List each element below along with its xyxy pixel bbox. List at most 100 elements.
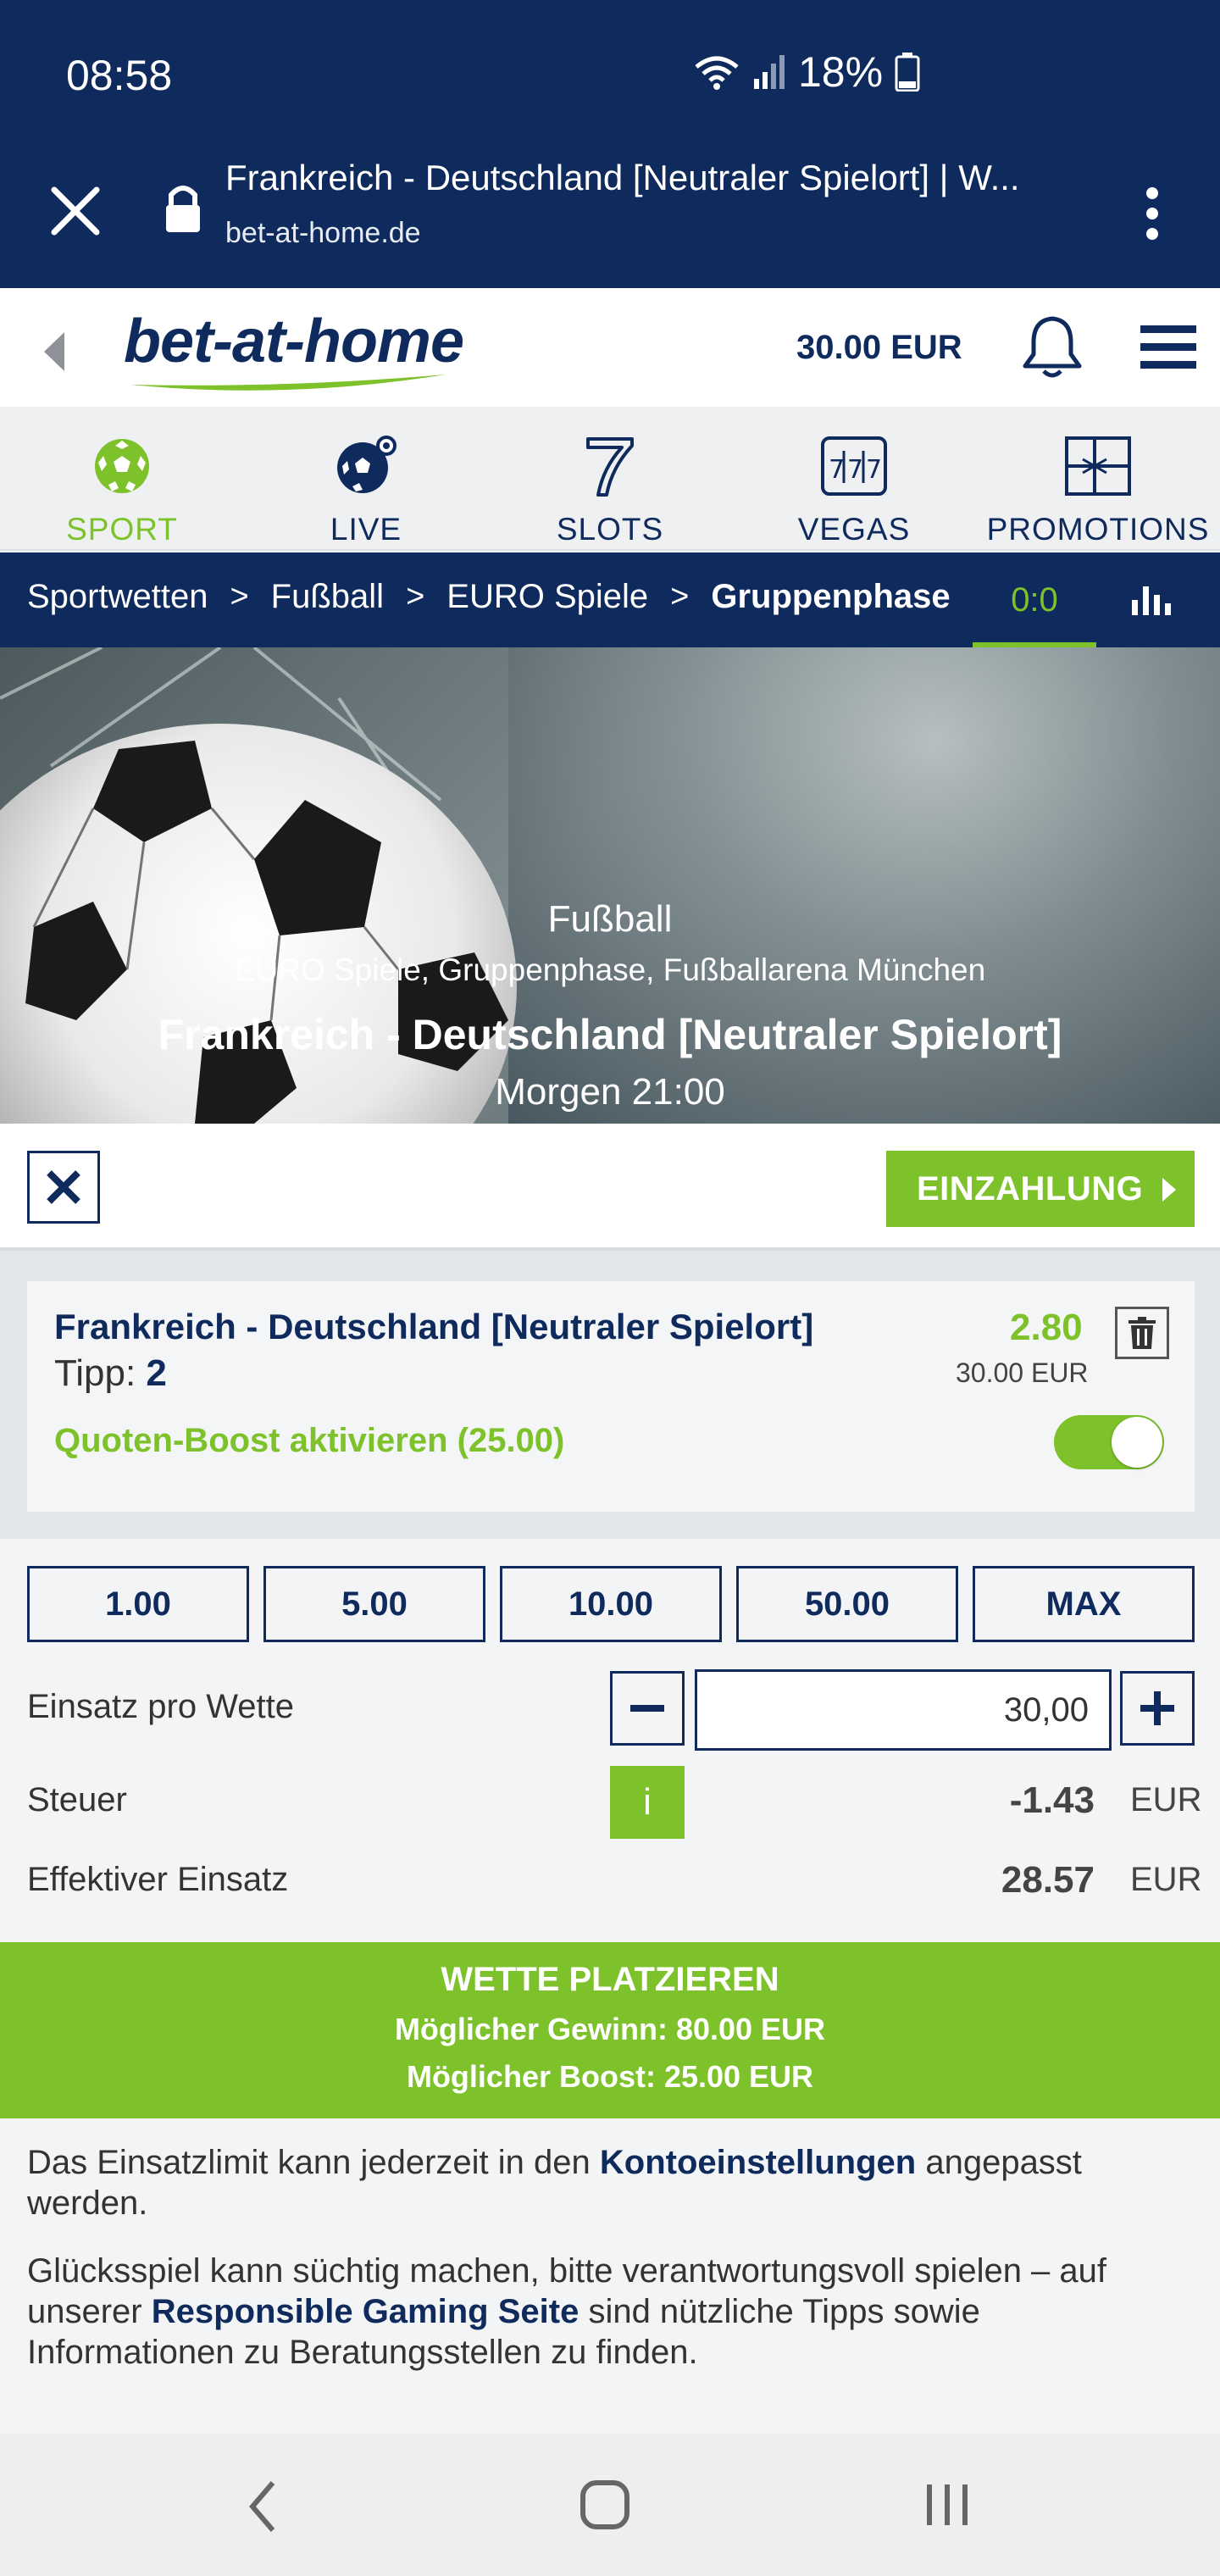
deposit-label: EINZAHLUNG — [917, 1169, 1144, 1208]
hero-match-title: Frankreich - Deutschland [Neutraler Spie… — [158, 1011, 1062, 1058]
svg-text:7: 7 — [847, 455, 863, 485]
hamburger-menu-icon[interactable] — [1140, 322, 1196, 373]
clock: 08:58 — [66, 52, 173, 99]
close-betslip-button[interactable] — [27, 1151, 100, 1224]
decrease-stake-button[interactable] — [610, 1671, 685, 1746]
bet-odds: 2.80 — [1010, 1307, 1083, 1348]
more-options-icon[interactable] — [1135, 180, 1169, 247]
info-section: Das Einsatzlimit kann jederzeit in den K… — [0, 2118, 1220, 2434]
possible-win: Möglicher Gewinn: 80.00 EUR — [394, 2012, 826, 2046]
tab-score[interactable]: 0:0 — [973, 552, 1096, 647]
place-bet-label: WETTE PLATZIEREN — [441, 1961, 779, 1998]
soccer-ball-icon — [95, 439, 149, 493]
stake-panel: 1.00 5.00 10.00 50.00 MAX Einsatz pro We… — [0, 1539, 1220, 1942]
account-settings-link[interactable]: Kontoeinstellungen — [600, 2144, 916, 2181]
caret-right-icon — [1162, 1178, 1176, 1202]
nav-label: SLOTS — [556, 512, 664, 547]
deposit-button[interactable]: EINZAHLUNG — [886, 1151, 1195, 1227]
chevron-right-icon: > — [406, 579, 425, 614]
responsible-gaming-note: Glücksspiel kann süchtig machen, bitte v… — [27, 2251, 1154, 2373]
page-title[interactable]: Frankreich - Deutschland [Neutraler Spie… — [225, 158, 1064, 198]
nav-promotions[interactable]: PROMOTIONS — [976, 407, 1220, 551]
quick-stake-5[interactable]: 5.00 — [263, 1566, 485, 1642]
stake-limit-note: Das Einsatzlimit kann jederzeit in den K… — [27, 2142, 1154, 2223]
battery-icon — [895, 53, 920, 92]
account-balance[interactable]: 30.00 EUR — [796, 329, 962, 367]
tax-value: -1.43 — [1009, 1779, 1095, 1821]
site-header: bet-at-home 30.00 EUR — [0, 288, 1220, 407]
status-bar: 08:58 18% — [0, 0, 1220, 136]
bell-icon[interactable] — [1020, 314, 1084, 381]
brand-logo[interactable]: bet-at-home — [124, 307, 464, 376]
breadcrumb-fussball[interactable]: Fußball — [271, 578, 384, 616]
breadcrumb: Sportwetten > Fußball > EURO Spiele > Gr… — [0, 552, 1220, 647]
statistics-icon[interactable] — [1130, 583, 1174, 617]
quoten-boost-toggle[interactable] — [1054, 1415, 1164, 1469]
place-bet-button[interactable]: WETTE PLATZIEREN Möglicher Gewinn: 80.00… — [0, 1942, 1220, 2118]
responsible-gaming-link[interactable]: Responsible Gaming Seite — [152, 2293, 580, 2330]
lock-icon — [166, 186, 200, 232]
hero-sport: Fußball — [547, 898, 673, 940]
seven-icon — [586, 437, 634, 497]
quick-stake-max[interactable]: MAX — [973, 1566, 1195, 1642]
system-home-icon[interactable] — [580, 2479, 630, 2530]
breadcrumb-sportwetten[interactable]: Sportwetten — [27, 578, 208, 616]
effective-stake-currency: EUR — [1130, 1861, 1202, 1898]
toggle-knob — [1112, 1417, 1162, 1468]
signal-icon — [754, 55, 785, 89]
note-text: Das Einsatzlimit kann jederzeit in den — [27, 2144, 600, 2181]
quick-stake-10[interactable]: 10.00 — [500, 1566, 722, 1642]
nav-vegas[interactable]: 7 7 7 VEGAS — [732, 407, 976, 551]
logo-swoosh — [130, 375, 446, 391]
live-ball-icon — [337, 436, 396, 493]
nav-label: SPORT — [66, 512, 178, 547]
plus-icon — [1140, 1691, 1174, 1725]
nav-slots[interactable]: SLOTS — [488, 407, 732, 551]
close-icon — [47, 1170, 80, 1204]
close-tab-icon[interactable] — [46, 181, 105, 241]
tax-label: Steuer — [27, 1781, 127, 1818]
nav-live[interactable]: LIVE — [244, 407, 488, 551]
breadcrumb-euro-spiele[interactable]: EURO Spiele — [446, 578, 648, 616]
nav-label: PROMOTIONS — [986, 512, 1210, 547]
effective-stake-label: Effektiver Einsatz — [27, 1861, 289, 1898]
possible-boost: Möglicher Boost: 25.00 EUR — [406, 2059, 814, 2094]
battery-percent: 18% — [798, 48, 884, 96]
system-recents-icon[interactable] — [923, 2481, 971, 2529]
quick-stake-1[interactable]: 1.00 — [27, 1566, 249, 1642]
stake-label: Einsatz pro Wette — [27, 1688, 294, 1725]
effective-stake-value: 28.57 — [1001, 1859, 1095, 1901]
breadcrumb-gruppenphase[interactable]: Gruppenphase — [711, 578, 950, 616]
nav-label: LIVE — [330, 512, 402, 547]
quoten-boost-label: Quoten-Boost aktivieren (25.00) — [54, 1422, 565, 1459]
hero-kickoff-time: Morgen 21:00 — [495, 1071, 725, 1113]
betslip-header: EINZAHLUNG — [0, 1124, 1220, 1251]
browser-toolbar: Frankreich - Deutschland [Neutraler Spie… — [0, 136, 1220, 288]
gift-card-icon — [1065, 436, 1131, 496]
stake-input[interactable]: 30,00 — [695, 1669, 1112, 1751]
nav-sport[interactable]: SPORT — [0, 407, 244, 551]
svg-text:7: 7 — [866, 455, 882, 485]
remove-bet-button[interactable] — [1115, 1307, 1169, 1359]
match-hero: Fußball EURO Spiele, Gruppenphase, Fußba… — [0, 647, 1220, 1124]
nav-label: VEGAS — [797, 512, 911, 547]
url-text[interactable]: bet-at-home.de — [225, 217, 421, 250]
hero-details: EURO Spiele, Gruppenphase, Fußballarena … — [234, 952, 986, 987]
increase-stake-button[interactable] — [1120, 1671, 1195, 1746]
status-icons: 18% — [693, 47, 920, 97]
bet-tipp: Tipp: 2 — [54, 1352, 167, 1395]
main-nav: SPORT LIVE SLOTS 7 7 7 VEGAS PROMOTIONS — [0, 407, 1220, 551]
tax-info-button[interactable]: i — [610, 1766, 685, 1839]
tax-currency: EUR — [1130, 1781, 1202, 1818]
chevron-right-icon: > — [230, 579, 249, 614]
system-back-icon[interactable] — [246, 2479, 280, 2534]
minus-icon — [630, 1705, 664, 1712]
tipp-value: 2 — [146, 1352, 167, 1394]
bet-stake: 30.00 EUR — [956, 1357, 1089, 1388]
system-nav-bar — [0, 2434, 1220, 2576]
chevron-right-icon: > — [670, 579, 690, 614]
bet-match: Frankreich - Deutschland [Neutraler Spie… — [54, 1307, 814, 1346]
svg-text:7: 7 — [829, 455, 845, 485]
quick-stake-50[interactable]: 50.00 — [736, 1566, 958, 1642]
back-arrow-icon[interactable] — [39, 330, 69, 373]
